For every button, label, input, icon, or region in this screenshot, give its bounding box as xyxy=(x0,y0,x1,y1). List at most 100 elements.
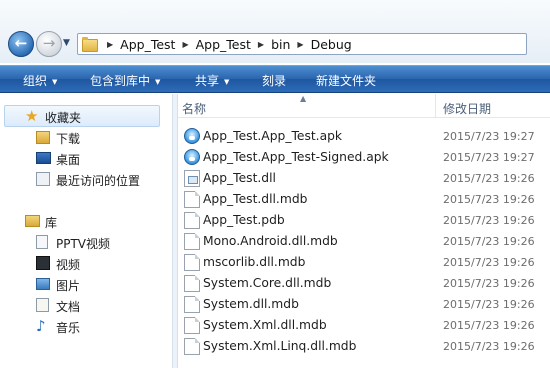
folder-icon xyxy=(82,37,98,52)
file-name: Mono.Android.dll.mdb xyxy=(203,234,338,248)
breadcrumb-item[interactable]: bin xyxy=(271,37,290,52)
pictures-library-icon xyxy=(36,278,50,290)
recent-places-icon xyxy=(36,172,50,186)
library-icon xyxy=(25,215,40,227)
file-name: mscorlib.dll.mdb xyxy=(203,255,306,269)
table-row[interactable]: Mono.Android.dll.mdb 2015/7/23 19:26 xyxy=(178,231,550,252)
address-box[interactable]: ▶ App_Test ▶ App_Test ▶ bin ▶ Debug xyxy=(77,33,527,55)
new-folder-button[interactable]: 新建文件夹 xyxy=(316,72,376,89)
forward-button[interactable]: → xyxy=(36,31,62,57)
downloads-folder-icon xyxy=(36,131,50,144)
file-date-modified: 2015/7/23 19:27 xyxy=(443,151,535,164)
nav-item-pictures[interactable]: 图片 xyxy=(0,274,160,295)
table-row[interactable]: App_Test.dll 2015/7/23 19:26 xyxy=(178,168,550,189)
file-date-modified: 2015/7/23 19:26 xyxy=(443,172,535,185)
file-date-modified: 2015/7/23 19:27 xyxy=(443,130,535,143)
file-icon xyxy=(184,275,200,292)
column-header-row: 名称 ▲ 修改日期 xyxy=(178,94,550,118)
apk-icon xyxy=(184,149,200,165)
file-icon xyxy=(184,212,200,229)
music-note-icon: ♪ xyxy=(36,317,46,335)
breadcrumb-separator-icon[interactable]: ▶ xyxy=(297,40,303,49)
nav-item-label: 桌面 xyxy=(56,153,81,167)
nav-item-music[interactable]: ♪ 音乐 xyxy=(0,316,160,337)
file-date-modified: 2015/7/23 19:26 xyxy=(443,193,535,206)
apk-icon xyxy=(184,128,200,144)
burn-button[interactable]: 刻录 xyxy=(262,72,286,89)
file-name: App_Test.pdb xyxy=(203,213,285,227)
nav-favorites[interactable]: ★ 收藏夹 xyxy=(0,106,160,127)
breadcrumb-separator-icon[interactable]: ▶ xyxy=(258,40,264,49)
file-date-modified: 2015/7/23 19:26 xyxy=(443,256,535,269)
file-name: System.Xml.Linq.dll.mdb xyxy=(203,339,357,353)
pptv-library-icon xyxy=(36,235,48,249)
breadcrumb: ▶ App_Test ▶ App_Test ▶ bin ▶ Debug xyxy=(100,37,352,52)
column-header-date-modified[interactable]: 修改日期 xyxy=(443,100,491,117)
breadcrumb-item[interactable]: App_Test xyxy=(196,37,251,52)
file-date-modified: 2015/7/23 19:26 xyxy=(443,214,535,227)
nav-item-downloads[interactable]: 下载 xyxy=(0,127,160,148)
nav-item-recent-places[interactable]: 最近访问的位置 xyxy=(0,169,160,190)
command-bar: 组织 ▼ 包含到库中 ▼ 共享 ▼ 刻录 新建文件夹 xyxy=(0,65,550,93)
table-row[interactable]: System.dll.mdb 2015/7/23 19:26 xyxy=(178,294,550,315)
file-name: App_Test.App_Test-Signed.apk xyxy=(203,150,389,164)
table-row[interactable]: System.Xml.Linq.dll.mdb 2015/7/23 19:26 xyxy=(178,336,550,357)
file-icon xyxy=(184,296,200,313)
documents-library-icon xyxy=(36,298,49,312)
organize-button[interactable]: 组织 ▼ xyxy=(23,72,57,89)
table-row[interactable]: App_Test.App_Test.apk 2015/7/23 19:27 xyxy=(178,126,550,147)
navigation-pane: ★ 收藏夹 下载 桌面 最近访问的位置 库 PPTV视频 视频 图片 文档 ♪ … xyxy=(0,94,172,368)
breadcrumb-separator-icon[interactable]: ▶ xyxy=(182,40,188,49)
column-header-name[interactable]: 名称 xyxy=(182,100,206,117)
nav-item-label: 最近访问的位置 xyxy=(56,174,141,188)
file-name: App_Test.App_Test.apk xyxy=(203,129,343,143)
nav-item-videos[interactable]: 视频 xyxy=(0,253,160,274)
chevron-down-icon: ▼ xyxy=(224,78,230,86)
nav-item-pptv-video[interactable]: PPTV视频 xyxy=(0,232,160,253)
breadcrumb-separator-icon[interactable]: ▶ xyxy=(107,40,113,49)
file-icon xyxy=(184,191,200,208)
nav-item-desktop[interactable]: 桌面 xyxy=(0,148,160,169)
back-button[interactable]: ← xyxy=(8,31,34,57)
video-library-icon xyxy=(36,256,50,270)
nav-item-label: 图片 xyxy=(56,279,81,293)
star-icon: ★ xyxy=(25,107,39,125)
file-icon xyxy=(184,317,200,334)
nav-item-label: 视频 xyxy=(56,258,81,272)
column-divider[interactable] xyxy=(435,94,436,118)
file-date-modified: 2015/7/23 19:26 xyxy=(443,298,535,311)
nav-item-label: 音乐 xyxy=(56,321,81,335)
table-row[interactable]: App_Test.dll.mdb 2015/7/23 19:26 xyxy=(178,189,550,210)
table-row[interactable]: System.Core.dll.mdb 2015/7/23 19:26 xyxy=(178,273,550,294)
desktop-icon xyxy=(36,152,51,164)
address-bar-area: ← → ▼ ▶ App_Test ▶ App_Test ▶ bin ▶ Debu… xyxy=(0,0,550,63)
nav-item-label: PPTV视频 xyxy=(56,237,111,251)
file-name: System.Core.dll.mdb xyxy=(203,276,332,290)
recent-pages-dropdown-icon[interactable]: ▼ xyxy=(63,38,70,48)
nav-item-documents[interactable]: 文档 xyxy=(0,295,160,316)
table-row[interactable]: System.Xml.dll.mdb 2015/7/23 19:26 xyxy=(178,315,550,336)
file-name: App_Test.dll xyxy=(203,171,276,185)
table-row[interactable]: App_Test.pdb 2015/7/23 19:26 xyxy=(178,210,550,231)
file-name: System.Xml.dll.mdb xyxy=(203,318,327,332)
file-icon xyxy=(184,338,200,355)
file-name: System.dll.mdb xyxy=(203,297,299,311)
file-name: App_Test.dll.mdb xyxy=(203,192,308,206)
nav-libraries[interactable]: 库 xyxy=(0,211,160,232)
sort-ascending-icon: ▲ xyxy=(300,94,307,103)
breadcrumb-item[interactable]: Debug xyxy=(311,37,352,52)
table-row[interactable]: App_Test.App_Test-Signed.apk 2015/7/23 19… xyxy=(178,147,550,168)
chevron-down-icon: ▼ xyxy=(155,78,161,86)
nav-item-label: 文档 xyxy=(56,300,81,314)
file-icon xyxy=(184,254,200,271)
include-in-library-button[interactable]: 包含到库中 ▼ xyxy=(90,72,160,89)
breadcrumb-item[interactable]: App_Test xyxy=(120,37,175,52)
share-button[interactable]: 共享 ▼ xyxy=(195,72,229,89)
file-date-modified: 2015/7/23 19:26 xyxy=(443,277,535,290)
table-row[interactable]: mscorlib.dll.mdb 2015/7/23 19:26 xyxy=(178,252,550,273)
nav-item-label: 下载 xyxy=(56,132,81,146)
file-list: 名称 ▲ 修改日期 App_Test.App_Test.apk 2015/7/23… xyxy=(178,94,550,368)
dll-icon xyxy=(184,170,200,187)
nav-libraries-label: 库 xyxy=(45,216,58,230)
file-icon xyxy=(184,233,200,250)
